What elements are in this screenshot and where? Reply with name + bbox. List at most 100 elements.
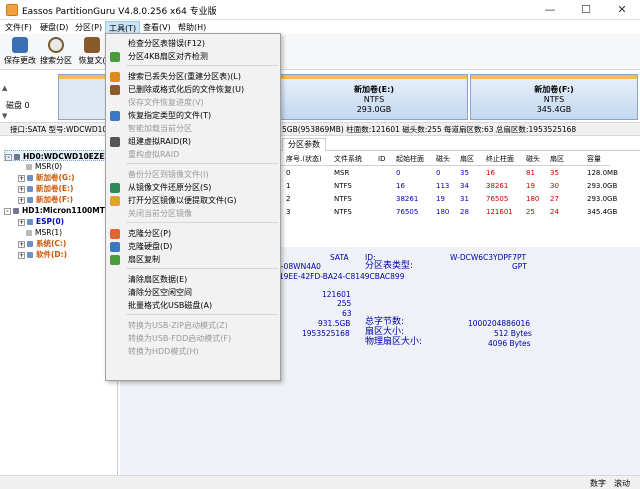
partition-icon (27, 252, 33, 258)
tree-item-hd0[interactable]: - HD0:WDCWD10EZEX (4, 150, 116, 161)
save-changes-label: 保存更改 (4, 56, 36, 65)
expand-icon[interactable]: + (18, 196, 25, 204)
tools-menu-item-label: 重构虚拟RAID (128, 150, 180, 159)
minimize-button[interactable]: — (532, 0, 568, 20)
cell-end-cyl: 121601 (486, 208, 513, 216)
collapse-icon[interactable]: - (5, 153, 12, 161)
col-id: ID (378, 155, 386, 163)
close-button[interactable]: ✕ (604, 0, 640, 20)
tree-item-esp[interactable]: + ESP(0) (18, 216, 64, 227)
menu-partition[interactable]: 分区(P) (72, 21, 105, 34)
partition-f-size: 345.4GB (536, 105, 572, 114)
tree-item-label: MSR(0) (35, 162, 63, 171)
col-capacity: 容量 (587, 155, 601, 163)
search-partition-icon (48, 37, 64, 53)
title-bar: Eassos PartitionGuru V4.8.0.256 x64 专业版 … (0, 0, 640, 20)
cell-capacity: 293.0GB (587, 195, 618, 203)
cell-start-head: 113 (436, 182, 450, 190)
detail-cylinders: 121601 (322, 290, 351, 299)
disk-info-right: 5GB(953869MB) 柱面数:121601 磁头数:255 每道扇区数:6… (282, 125, 577, 134)
col-end-cyl: 终止柱面 (486, 155, 514, 163)
cell-start-head: 19 (436, 195, 445, 203)
detail-pt-label: 分区表类型: (365, 261, 414, 271)
expand-icon[interactable]: + (18, 185, 25, 193)
table-row[interactable]: 1 NTFS 16 113 34 38261 19 30 293.0GB (280, 180, 617, 193)
detail-sectors-per-track: 63 (342, 309, 352, 318)
cell-fs: MSR (334, 169, 350, 177)
tools-menu-item[interactable]: 扇区复制 (106, 252, 280, 267)
open-image-icon (110, 196, 120, 206)
maximize-button[interactable]: ☐ (568, 0, 604, 20)
tab-partition-params[interactable]: 分区参数 (282, 138, 326, 151)
save-changes-button[interactable]: 保存更改 (4, 36, 36, 68)
detail-pt-value: GPT (512, 262, 527, 271)
menu-disk[interactable]: 硬盘(D) (37, 21, 71, 34)
cell-fs: NTFS (334, 195, 352, 203)
tools-menu-item-label: 关闭当前分区镜像 (128, 209, 192, 218)
window-title: Eassos PartitionGuru V4.8.0.256 x64 专业版 (22, 7, 217, 17)
table-row[interactable]: 0 MSR 0 0 35 16 81 35 128.0MB (280, 167, 618, 180)
menu-separator (126, 314, 278, 315)
partition-block-e[interactable]: 新加卷(E:) NTFS 293.0GB (280, 74, 468, 120)
arrow-down-icon[interactable]: ▼ (2, 112, 10, 120)
partition-icon (27, 186, 33, 192)
partition-block-small[interactable] (58, 74, 106, 120)
tree-item-e[interactable]: + 新加卷(E:) (18, 183, 73, 194)
partition-block-f[interactable]: 新加卷(F:) NTFS 345.4GB (470, 74, 638, 120)
tools-menu-item-label: 转换为HDD模式(H) (128, 347, 199, 356)
cell-index: 3 (286, 208, 291, 216)
tree-item-c[interactable]: + 系统(C:) (18, 238, 66, 249)
cell-fs: NTFS (334, 182, 352, 190)
expand-icon[interactable]: + (18, 174, 25, 182)
col-end-head: 磁头 (526, 155, 540, 163)
partition-e-size: 293.0GB (356, 105, 392, 114)
partition-e-name: 新加卷(E:) (354, 85, 394, 94)
clone-partition-icon (110, 229, 120, 239)
collapse-icon[interactable]: - (4, 207, 11, 215)
table-row[interactable]: 3 NTFS 76505 180 28 121601 25 24 345.4GB (280, 206, 617, 219)
cell-end-sector: 24 (550, 208, 559, 216)
tree-item-msr1[interactable]: MSR(1) (26, 227, 62, 238)
tree-item-label: 新加卷(F:) (36, 195, 74, 204)
cell-end-sector: 35 (550, 169, 559, 177)
cell-end-head: 25 (526, 208, 535, 216)
cell-start-cyl: 0 (396, 169, 401, 177)
menu-separator (126, 163, 278, 164)
detail-total-sectors: 1953525168 (302, 329, 350, 338)
detail-sector-size-label: 扇区大小: (365, 327, 405, 337)
disk-tree: - HD0:WDCWD10EZEX MSR(0) + 新加卷(G:) + 新加卷(E:… (0, 137, 118, 475)
expand-icon[interactable]: + (18, 240, 25, 248)
cell-fs: NTFS (334, 208, 352, 216)
search-partition-button[interactable]: 搜索分区 (40, 36, 72, 68)
arrow-up-icon[interactable]: ▲ (2, 84, 10, 92)
cell-index: 0 (286, 169, 291, 177)
cell-capacity: 345.4GB (587, 208, 618, 216)
tree-item-d[interactable]: + 软件(D:) (18, 249, 67, 260)
sector-copy-icon (110, 255, 120, 265)
tools-menu-item[interactable]: 批量格式化USB磁盘(A) (106, 298, 280, 313)
recover-files-button[interactable]: 恢复文( (76, 36, 108, 68)
menu-separator (126, 65, 278, 66)
expand-icon[interactable]: + (18, 218, 25, 226)
partition-f-fs: NTFS (543, 95, 565, 104)
cell-start-cyl: 16 (396, 182, 405, 190)
tree-item-f[interactable]: + 新加卷(F:) (18, 194, 73, 205)
cell-start-head: 180 (436, 208, 450, 216)
tree-item-msr0[interactable]: MSR(0) (26, 161, 62, 172)
table-row[interactable]: 2 NTFS 38261 19 31 76505 180 27 293.0GB (280, 193, 617, 206)
tree-item-label: 新加卷(E:) (36, 184, 74, 193)
tools-menu-item[interactable]: 分区4KB扇区对齐检测 (106, 49, 280, 64)
status-bar: 数字 滚动 (0, 475, 640, 489)
expand-icon[interactable]: + (18, 251, 25, 259)
cell-start-cyl: 76505 (396, 208, 419, 216)
tools-menu-item: 转换为HDD模式(H) (106, 344, 280, 359)
detail-interface: SATA (330, 253, 349, 262)
detail-physical-sector-label: 物理扇区大小: (365, 337, 423, 347)
partition-icon (26, 230, 32, 236)
tree-item-label: HD1:Micron1100MTF (22, 206, 110, 215)
cell-capacity: 293.0GB (587, 182, 618, 190)
tools-menu-item-label: 批量格式化USB磁盘(A) (128, 301, 213, 310)
tree-item-hd1[interactable]: - HD1:Micron1100MTF (4, 205, 110, 216)
tree-item-g[interactable]: + 新加卷(G:) (18, 172, 75, 183)
menu-file[interactable]: 文件(F) (2, 21, 35, 34)
